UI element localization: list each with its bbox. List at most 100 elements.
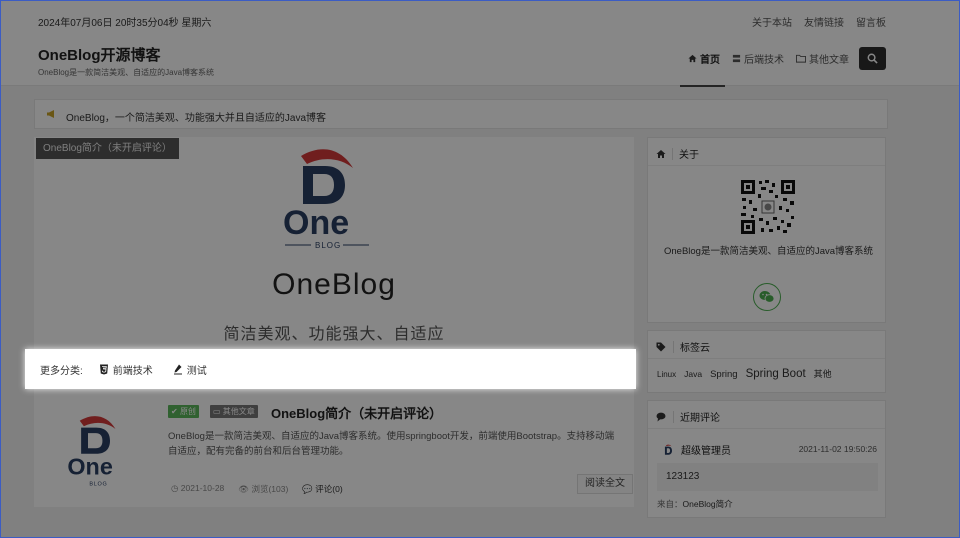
top-bar: 2024年07月06日 20时35分04秒 星期六 关于本站 友情链接 留言板 [0, 0, 960, 40]
header-divider [648, 428, 885, 429]
about-header: 关于 [656, 146, 699, 161]
server-icon [732, 54, 741, 63]
tag-linux[interactable]: Linux [657, 370, 676, 379]
comments-icon [656, 412, 666, 421]
header-separator [673, 340, 674, 353]
original-badge: ✔ 原创 [168, 405, 199, 418]
article-comments[interactable]: 💬 评论(0) [302, 483, 342, 495]
category-frontend-label: 前端技术 [112, 365, 153, 377]
article-meta: ◷ 2021-10-28 👁 浏览(103) 💬 评论(0) [171, 483, 343, 495]
banner-tag: OneBlog简介（未开启评论） [36, 138, 179, 159]
css3-icon [99, 364, 108, 374]
comment-time: 2021-11-02 19:50:26 [798, 444, 877, 454]
banner-title: OneBlog [272, 268, 396, 301]
clock-icon: ◷ [171, 483, 179, 493]
pen-icon [173, 364, 182, 374]
recent-comments-header: 近期评论 [656, 409, 720, 424]
article-views: 👁 浏览(103) [238, 483, 288, 495]
nav-item-label: 后端技术 [744, 55, 784, 66]
comments-icon: 💬 [302, 484, 313, 494]
comment-author: 超级管理员 [663, 442, 731, 457]
megaphone-icon [46, 109, 57, 122]
notice-bar: OneBlog，一个简洁美观、功能强大并且自适应的Java博客 [34, 99, 888, 129]
eye-icon: 👁 [238, 484, 250, 494]
article-views-value: 浏览(103) [251, 484, 289, 494]
home-icon [688, 54, 697, 63]
svg-text:One: One [283, 204, 349, 242]
nav-item-label: 首页 [700, 55, 720, 66]
about-title: 关于 [679, 150, 699, 161]
search-button[interactable] [859, 47, 886, 70]
header-divider [648, 358, 885, 359]
category-test-label: 测试 [186, 365, 207, 377]
tags-icon [656, 342, 666, 351]
tag-java[interactable]: Java [684, 369, 702, 379]
main-column: OneBlog简介（未开启评论） One BLOG OneBlog 简洁美观、功… [34, 137, 634, 507]
header-separator [672, 147, 673, 160]
nav-item-backend[interactable]: 后端技术 [732, 51, 784, 66]
category-badge[interactable]: ▭ 其他文章 [210, 405, 258, 418]
site-header: OneBlog开源博客 OneBlog是一款简洁美观、自适应的Java博客系统 … [0, 40, 960, 87]
tag-cloud-widget: 标签云 Linux Java Spring Spring Boot 其他 [647, 330, 886, 393]
comment-source-link[interactable]: OneBlog简介 [683, 499, 733, 509]
thumb-logo-text: BLOG [89, 481, 107, 487]
article-comments-value: 评论(0) [315, 484, 343, 494]
main-nav: 首页 后端技术 其他文章 [680, 51, 849, 87]
comment-source-label: 来自： [657, 499, 683, 509]
svg-text:One: One [67, 453, 112, 479]
nav-item-home[interactable]: 首页 [688, 51, 720, 66]
comment-source: 来自：OneBlog简介 [657, 498, 733, 510]
article-title[interactable]: OneBlog简介（未开启评论） [271, 403, 442, 422]
category-badge-label: 其他文章 [222, 407, 255, 416]
article-thumbnail[interactable]: One BLOG [66, 409, 132, 493]
top-links: 关于本站 友情链接 留言板 [752, 14, 886, 29]
about-widget: 关于 OneBlog是一款简洁美观、自适应的Java博客系统 [647, 137, 886, 323]
current-datetime: 2024年07月06日 20时35分04秒 星期六 [38, 18, 212, 29]
category-test[interactable]: 测试 [173, 362, 207, 377]
wechat-button[interactable] [753, 283, 781, 311]
more-categories-label: 更多分类: [40, 365, 83, 377]
user-avatar [664, 444, 672, 455]
logo-text: BLOG [315, 241, 341, 250]
check-icon: ✔ [171, 407, 178, 416]
home-icon [656, 149, 666, 158]
tag-spring[interactable]: Spring [710, 369, 737, 380]
tag-cloud-title: 标签云 [680, 343, 710, 354]
tag-cloud-header: 标签云 [656, 339, 710, 354]
featured-banner[interactable]: OneBlog简介（未开启评论） One BLOG OneBlog 简洁美观、功… [34, 137, 634, 352]
banner-subtitle: 简洁美观、功能强大、自适应 [223, 326, 445, 343]
about-description: OneBlog是一款简洁美观、自适应的Java博客系统 [664, 246, 874, 257]
folder-icon [796, 54, 806, 63]
folder-icon: ▭ [213, 407, 221, 416]
comment-content: 123123 [657, 463, 878, 491]
article-date-value: 2021-10-28 [180, 483, 225, 493]
article-date: ◷ 2021-10-28 [171, 483, 224, 495]
nav-active-underline [680, 85, 725, 87]
tag-list: Linux Java Spring Spring Boot 其他 [657, 367, 832, 380]
nav-item-label: 其他文章 [809, 55, 849, 66]
site-tagline: OneBlog是一款简洁美观、自适应的Java博客系统 [38, 68, 215, 77]
article-item: One BLOG ✔ 原创 ▭ 其他文章 OneBlog简介（未开启评论） On… [34, 399, 634, 507]
tag-spring-boot[interactable]: Spring Boot [746, 368, 806, 380]
qr-code-image [739, 178, 797, 236]
header-divider [648, 165, 885, 166]
header-separator [673, 410, 674, 423]
tag-other[interactable]: 其他 [814, 367, 832, 380]
wechat-icon [759, 291, 775, 303]
original-badge-label: 原创 [179, 407, 196, 416]
recent-comments-title: 近期评论 [680, 413, 720, 424]
read-more-button[interactable]: 阅读全文 [577, 474, 633, 494]
site-brand[interactable]: OneBlog开源博客 [38, 44, 161, 65]
guestbook-link[interactable]: 留言板 [856, 14, 886, 29]
about-site-link[interactable]: 关于本站 [752, 14, 792, 29]
more-categories-bar: 更多分类: 前端技术 测试 [25, 349, 636, 389]
nav-item-other-articles[interactable]: 其他文章 [796, 51, 849, 66]
search-icon [867, 53, 878, 64]
article-description: OneBlog是一款简洁美观、自适应的Java博客系统。使用springboot… [168, 431, 615, 457]
comment-author-name[interactable]: 超级管理员 [681, 442, 731, 457]
category-frontend[interactable]: 前端技术 [99, 362, 153, 377]
recent-comments-widget: 近期评论 超级管理员 2021-11-02 19:50:26 123123 来自… [647, 400, 886, 518]
oneblog-logo: One BLOG [283, 149, 369, 250]
notice-text: OneBlog，一个简洁美观、功能强大并且自适应的Java博客 [66, 113, 327, 124]
friend-links-link[interactable]: 友情链接 [804, 14, 844, 29]
